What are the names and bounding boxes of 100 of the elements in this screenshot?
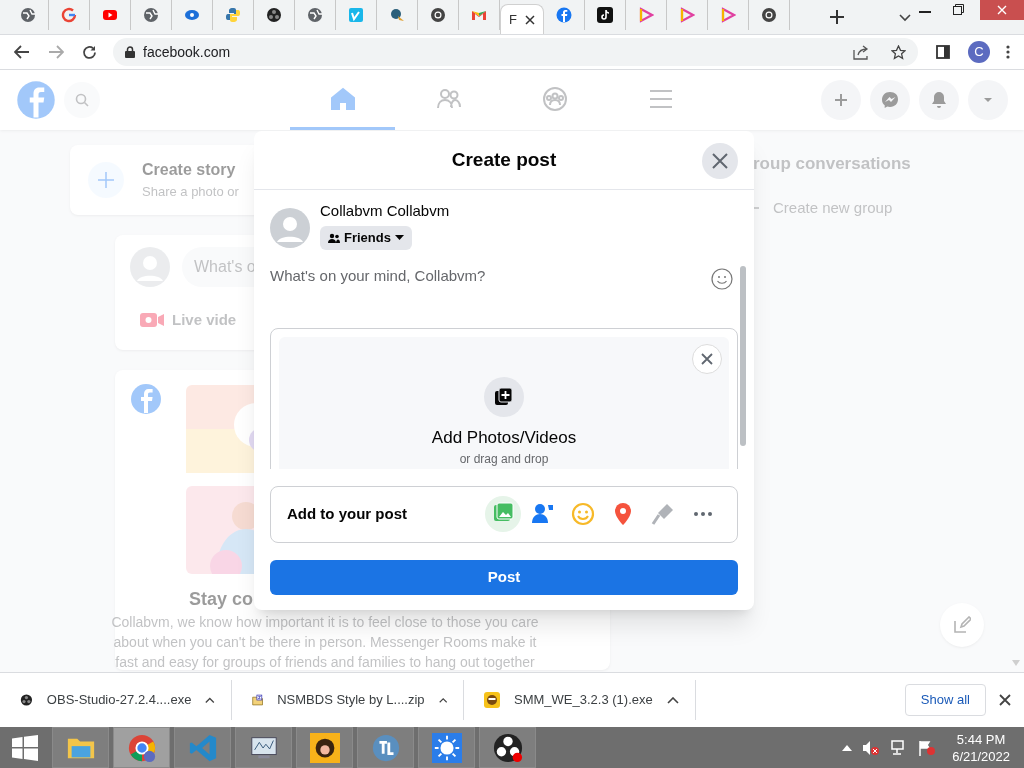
close-button[interactable] [702,143,738,179]
clock-time: 5:44 PM [956,730,1006,748]
upload-hint: or drag and drop [459,451,549,468]
smiley-icon [571,502,595,526]
taskbar-app[interactable] [479,727,536,768]
audience-button[interactable]: Friends [320,225,412,250]
obs-icon [266,7,282,23]
forward-arrow-icon[interactable] [48,45,64,59]
home-icon [329,85,356,112]
close-icon[interactable] [524,14,535,25]
section-title: roup conversations [753,153,911,175]
tab-title: F [509,10,517,29]
messenger-icon [880,90,900,110]
create-button[interactable] [821,80,861,120]
more-icon [694,512,712,516]
caret-up-icon[interactable] [842,744,853,751]
zip-folder-icon [252,692,264,708]
download-item[interactable]: OBS-Studio-27.2.4....exe [0,680,232,720]
caret-up-icon[interactable] [205,696,215,704]
caret-icon [984,98,992,102]
google-icon [61,7,77,23]
video-camera-icon [140,311,164,330]
add-photo-icon [494,386,514,407]
flag-icon[interactable] [918,739,937,756]
upload-area[interactable]: Add Photos/Videos or drag and drop [279,336,729,469]
globe-icon [307,7,323,23]
browser-tab[interactable]: F [500,4,544,34]
play-icon [720,7,736,23]
lock-icon [125,46,135,58]
circle-logo-icon [370,732,401,763]
plus-icon [98,172,114,188]
play-icon [679,7,695,23]
notifications-button[interactable] [919,80,959,120]
user-name: Collabvm Collabvm [320,201,450,221]
url-text: facebook.com [143,42,231,62]
taskbar-app[interactable] [296,727,353,768]
people-icon [328,232,340,243]
remove-media-button[interactable] [692,343,722,374]
chrome-icon [430,7,446,23]
microphone-icon [651,502,675,526]
profile-avatar[interactable]: C [968,41,990,63]
close-icon [712,153,728,169]
reload-icon[interactable] [82,44,97,60]
emoji-icon[interactable] [711,267,733,290]
chevron-down-icon[interactable] [899,14,911,22]
add-to-post-label: Add to your post [287,503,407,524]
globe-icon [20,7,36,23]
file-name: SMM_WE_3.2.3 (1).exe [514,691,653,710]
music-note-icon [597,7,613,23]
back-arrow-icon[interactable] [14,45,30,59]
caret-up-icon[interactable] [438,696,447,704]
side-panel-icon[interactable] [936,45,950,59]
smiley-face-icon [484,692,500,708]
obs-icon [492,732,523,763]
feed-paragraph: Collabvm, we know how important it is to feel close to those you care about when you can't be there in person. Messenger Rooms make it fast and easy for groups of friends and families to hang out together [110,613,540,672]
scrollbar-thumb[interactable] [740,265,746,446]
code-editor-icon [187,732,218,763]
dialog-title: Create post [451,147,557,172]
monkey-icon [309,732,340,763]
notifications-icon [929,90,949,110]
chrome-icon [126,732,157,763]
windows-logo-icon [12,734,38,761]
post-button[interactable]: Post [270,559,738,595]
scroll-arrow-icon [1012,660,1020,666]
video-play-icon [102,7,118,23]
close-icon[interactable] [999,694,1011,706]
window-close-button[interactable] [980,0,1024,20]
plus-icon[interactable] [830,10,844,24]
chrome-icon [761,7,777,23]
play-icon [638,7,654,23]
download-item[interactable]: SMM_WE_3.2.3 (1).exe [464,680,696,720]
download-item[interactable]: NSMBDS Style by L....zip [232,680,464,720]
close-icon [701,352,713,365]
address-bar[interactable]: facebook.com [113,38,918,66]
python-icon [225,7,241,23]
obs-icon [20,692,33,708]
story-title: Create story [142,160,237,181]
facebook-icon [556,7,572,23]
feed-title: Stay co [189,588,254,611]
file-name: NSMBDS Style by L....zip [277,691,425,710]
search-icon [75,93,89,107]
star-icon[interactable] [891,44,906,60]
globe-icon [143,7,159,23]
more-vertical-icon[interactable] [1006,45,1010,59]
facebook-logo-icon [130,383,162,415]
vimeo-icon [348,7,364,23]
avatar-icon [270,207,310,248]
volume-muted-icon[interactable] [862,739,881,756]
sun-icon [431,732,462,763]
restore-icon[interactable] [953,4,964,15]
upload-title: Add Photos/Videos [431,426,577,449]
caret-up-icon[interactable] [667,696,679,704]
post-option-button[interactable] [485,496,521,532]
show-all-button[interactable]: Show all [904,684,986,716]
tag-people-icon [531,502,555,526]
close-icon [997,5,1007,15]
caret-icon [394,235,404,240]
messenger-button[interactable] [870,80,910,120]
edit-icon [953,616,971,634]
share-icon[interactable] [853,44,869,60]
